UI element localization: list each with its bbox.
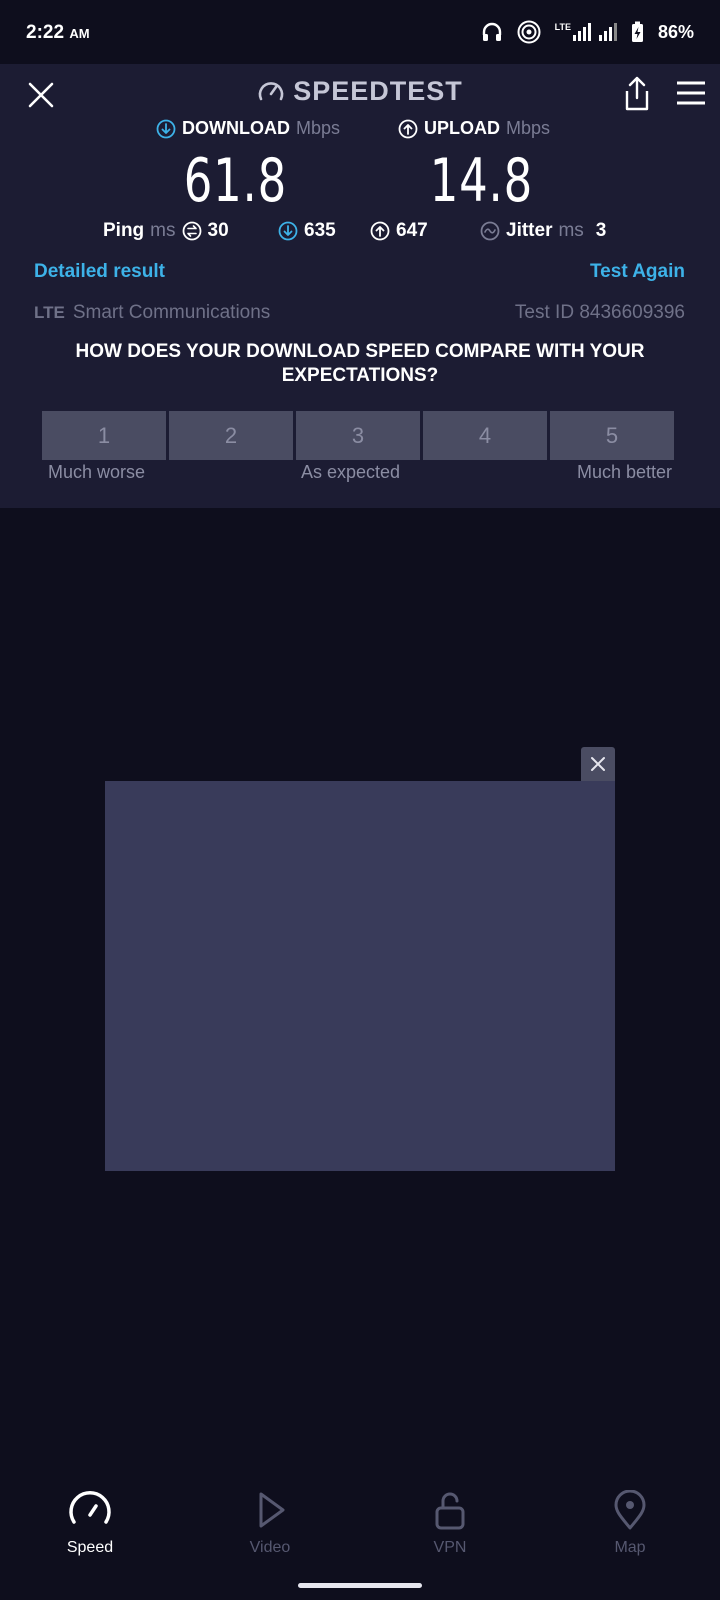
detailed-result-link[interactable]: Detailed result	[34, 261, 165, 283]
nav-video-label: Video	[249, 1539, 291, 1556]
menu-icon[interactable]	[674, 78, 708, 108]
ping-icon	[182, 221, 201, 241]
hotspot-icon	[517, 20, 541, 44]
download-label: DOWNLOAD Mbps	[156, 118, 340, 139]
nav-vpn[interactable]: VPN	[390, 1490, 510, 1557]
download-arrow-icon	[156, 119, 176, 138]
download-latency-value: 635	[304, 220, 336, 241]
nav-vpn-label: VPN	[433, 1539, 467, 1556]
jitter-icon	[480, 221, 500, 241]
jitter-unit: ms	[558, 220, 584, 241]
upload-value: 14.8	[429, 146, 533, 216]
ping-label: Ping	[103, 220, 145, 241]
nav-map-label: Map	[614, 1539, 646, 1556]
headphones-icon	[482, 22, 501, 41]
download-label-text: DOWNLOAD	[182, 118, 290, 138]
app-title-text: SPEEDTEST	[293, 76, 463, 106]
jitter-label: Jitter	[506, 220, 553, 241]
latency-stats: Ping ms 30 635 647 Jitter ms 3	[0, 220, 720, 250]
status-time: 2:22 AM	[26, 22, 90, 44]
provider-name: Smart Communications	[72, 302, 271, 323]
close-icon	[591, 757, 605, 771]
ad-banner[interactable]	[105, 781, 615, 1171]
nav-speed[interactable]: Speed	[30, 1490, 150, 1557]
upload-label-text: UPLOAD	[424, 118, 500, 138]
upload-label: UPLOAD Mbps	[398, 118, 550, 139]
clock-ampm: AM	[69, 26, 90, 41]
scale-mid-label: As expected	[301, 462, 401, 482]
jitter-stat: Jitter ms 3	[480, 220, 606, 242]
jitter-value: 3	[595, 220, 607, 241]
download-value: 61.8	[183, 146, 287, 216]
signal-icon: LTE	[555, 23, 617, 41]
download-unit: Mbps	[295, 118, 340, 138]
home-indicator[interactable]	[298, 1583, 422, 1588]
provider-info: LTE Smart Communications	[34, 302, 270, 324]
download-latency-icon	[278, 221, 298, 241]
nav-speed-label: Speed	[66, 1539, 114, 1556]
rating-option-4[interactable]: 4	[423, 411, 547, 460]
rating-option-2[interactable]: 2	[169, 411, 293, 460]
nav-map[interactable]: Map	[570, 1489, 690, 1557]
rating-options: 1 2 3 4 5	[42, 411, 674, 460]
upload-latency-stat: 647	[370, 220, 428, 242]
speedometer-icon	[69, 1491, 111, 1524]
upload-arrow-icon	[398, 119, 418, 138]
battery-icon	[631, 21, 643, 42]
ping-unit: ms	[150, 220, 176, 241]
upload-unit: Mbps	[506, 118, 551, 138]
nav-video[interactable]: Video	[210, 1490, 330, 1557]
ping-value: 30	[207, 220, 229, 241]
download-latency-stat: 635	[278, 220, 336, 242]
speedometer-icon	[258, 82, 284, 101]
scale-low-label: Much worse	[48, 462, 146, 482]
network-type: LTE	[554, 22, 571, 32]
unlock-icon	[435, 1492, 465, 1530]
rating-option-3[interactable]: 3	[296, 411, 420, 460]
network-type-badge: LTE	[34, 303, 65, 322]
rating-option-1[interactable]: 1	[42, 411, 166, 460]
rating-option-5[interactable]: 5	[550, 411, 674, 460]
result-panel: SPEEDTEST DOWNLOAD Mbps 61.8 UPLOAD Mbps 1…	[0, 64, 720, 508]
bottom-nav: Speed Video VPN Map	[0, 1476, 720, 1600]
test-id: Test ID 8436609396	[514, 302, 685, 323]
status-bar: 2:22 AM LTE 86%	[0, 0, 720, 64]
survey-question: HOW DOES YOUR DOWNLOAD SPEED COMPARE WIT…	[75, 341, 645, 386]
clock-time: 2:22	[26, 22, 65, 43]
share-icon[interactable]	[620, 74, 654, 114]
upload-latency-value: 647	[396, 220, 428, 241]
ad-close-button[interactable]	[581, 747, 615, 781]
status-icons: LTE 86%	[481, 20, 694, 44]
battery-level: 86%	[657, 21, 694, 42]
location-pin-icon	[614, 1489, 646, 1530]
ping-stat: Ping ms 30	[103, 220, 229, 242]
upload-latency-icon	[370, 221, 390, 241]
app-title: SPEEDTEST	[0, 76, 720, 107]
scale-high-label: Much better	[576, 462, 672, 482]
test-again-link[interactable]: Test Again	[590, 261, 685, 283]
play-icon	[259, 1492, 285, 1528]
